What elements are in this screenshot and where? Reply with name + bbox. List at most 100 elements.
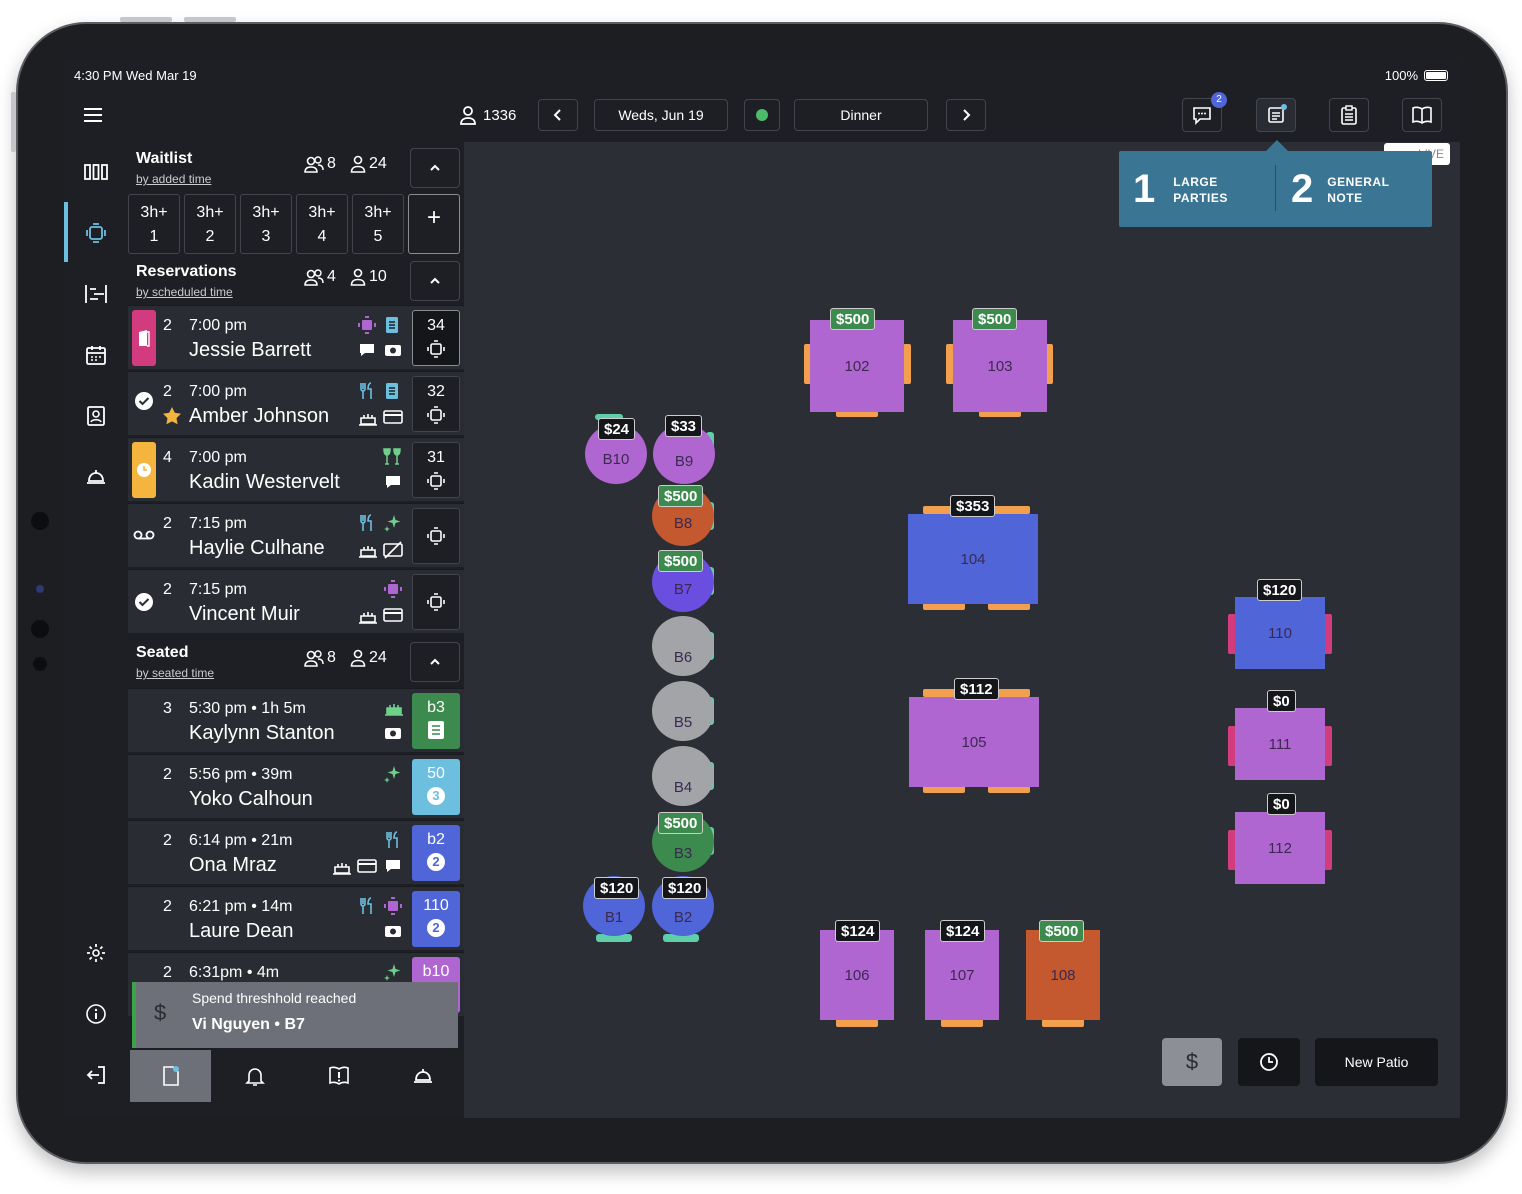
prev-day-button[interactable]	[538, 99, 578, 131]
table-105[interactable]: 105	[909, 697, 1039, 787]
add-waitlist-button[interactable]: +	[408, 194, 460, 254]
list-note-icon	[384, 316, 400, 339]
seated-row[interactable]: 2 6:21 pm • 14m Laure Dean 110 2	[128, 886, 464, 950]
service-bell-icon[interactable]	[82, 463, 110, 491]
tab-notifications[interactable]	[214, 1050, 295, 1102]
voicemail-icon	[133, 528, 155, 546]
guest-count: 1336	[459, 105, 516, 125]
reservation-row[interactable]: 4 7:00 pm Kadin Westervelt 31	[128, 437, 464, 501]
bell-icon	[244, 1068, 265, 1086]
seated-table-tag[interactable]: b3	[412, 693, 460, 749]
guest-name: Laure Dean	[189, 920, 294, 942]
popover-item-general-note[interactable]: 2 GENERAL NOTE	[1291, 167, 1389, 212]
waitlist-entry-2[interactable]: 3h+ 2	[184, 194, 236, 254]
guest-name: Ona Mraz	[189, 854, 277, 876]
status-time: 4:30 PM Wed Mar 19	[74, 68, 197, 83]
table-106[interactable]: 106	[820, 930, 894, 1020]
course-badge: 2	[427, 853, 445, 871]
table-110[interactable]: 110	[1235, 597, 1325, 669]
waitlist-entry-5[interactable]: 3h+ 5	[352, 194, 404, 254]
sparkle-icon	[383, 764, 403, 789]
contacts-icon[interactable]	[82, 402, 110, 430]
seated-row[interactable]: 3 5:30 pm • 1h 5m Kaylynn Stanton b3	[128, 688, 464, 752]
table-B6[interactable]: B6	[652, 616, 714, 676]
spend-view-button[interactable]: $	[1162, 1038, 1222, 1086]
table-102[interactable]: 102	[810, 320, 904, 412]
notes-button[interactable]	[1256, 98, 1296, 132]
table-103[interactable]: 103	[953, 320, 1047, 412]
popover-label: PARTIES	[1173, 190, 1228, 205]
menu-icon[interactable]	[82, 104, 104, 126]
seated-collapse-button[interactable]	[410, 642, 460, 682]
table-B5[interactable]: B5	[652, 681, 714, 741]
seated-row[interactable]: 2 5:56 pm • 39m Yoko Calhoun 50 3	[128, 754, 464, 818]
chat-icon	[1193, 107, 1211, 125]
room-selector-button[interactable]: New Patio	[1315, 1038, 1438, 1086]
reservation-row[interactable]: 2 7:00 pm Jessie Barrett 34	[128, 305, 464, 369]
seated-sort[interactable]: by seated time	[136, 666, 214, 680]
table-112[interactable]: 112	[1235, 812, 1325, 884]
reservations-sort[interactable]: by scheduled time	[136, 285, 233, 299]
floorplan-icon[interactable]	[82, 158, 110, 186]
clipboard-icon	[1341, 105, 1357, 125]
check-list-icon	[428, 721, 444, 739]
shift-selector[interactable]: Dinner	[794, 99, 928, 131]
seated-table-tag[interactable]: 110 2	[412, 891, 460, 947]
seated-table-tag[interactable]: 50 3	[412, 759, 460, 815]
waitlist-entry-4[interactable]: 3h+ 4	[296, 194, 348, 254]
tab-service[interactable]	[382, 1050, 463, 1102]
celebration-cake-icon	[384, 698, 404, 721]
waitlist-entry-1[interactable]: 3h+ 1	[128, 194, 180, 254]
info-icon[interactable]	[82, 1000, 110, 1028]
guest-name: Vincent Muir	[189, 603, 300, 625]
table-spend: $124	[835, 920, 881, 942]
date-selector[interactable]: Weds, Jun 19	[594, 99, 728, 131]
assigned-table[interactable]: 31	[412, 442, 460, 498]
reservations-collapse-button[interactable]	[410, 261, 460, 301]
seated-table-tag[interactable]: b2 2	[412, 825, 460, 881]
reservations-header[interactable]: Reservations by scheduled time 4 10	[128, 257, 464, 305]
waitlist-collapse-button[interactable]	[410, 148, 460, 188]
reservation-row[interactable]: 2 7:15 pm Haylie Culhane	[128, 503, 464, 567]
waitlist-header[interactable]: Waitlist by added time 8 24	[128, 144, 464, 192]
table-111[interactable]: 111	[1235, 708, 1325, 780]
door-status-indicator	[132, 310, 156, 366]
person-icon	[350, 155, 366, 173]
table-B4[interactable]: B4	[652, 746, 714, 806]
table-label: B1	[604, 908, 624, 926]
panel-tabs	[128, 1048, 464, 1102]
seated-row[interactable]: 2 6:14 pm • 21m Ona Mraz b2 2	[128, 820, 464, 884]
live-status-toggle[interactable]	[744, 99, 780, 131]
assigned-table[interactable]: 32	[412, 376, 460, 432]
book-button[interactable]	[1402, 98, 1442, 132]
reservation-row[interactable]: 2 7:15 pm Vincent Muir	[128, 569, 464, 633]
assign-table-button[interactable]	[412, 574, 460, 630]
calendar-icon[interactable]	[82, 341, 110, 369]
popover-item-large-parties[interactable]: 1 LARGE PARTIES	[1133, 167, 1228, 212]
tab-alerts[interactable]	[298, 1050, 379, 1102]
waitlist-entry-3[interactable]: 3h+ 3	[240, 194, 292, 254]
messages-button[interactable]: 2	[1182, 92, 1227, 132]
seated-header[interactable]: Seated by seated time 8 24	[128, 637, 464, 687]
camera-icon	[384, 923, 402, 944]
table-108[interactable]: 108	[1026, 930, 1100, 1020]
reservation-row[interactable]: 2 7:00 pm Amber Johnson 32	[128, 371, 464, 435]
settings-icon[interactable]	[82, 939, 110, 967]
assign-table-button[interactable]	[412, 508, 460, 564]
table-label: 111	[1268, 735, 1292, 753]
timeline-icon[interactable]	[82, 280, 110, 308]
tab-new-reservation[interactable]	[130, 1050, 211, 1102]
table-icon[interactable]	[82, 219, 110, 247]
time-view-button[interactable]	[1238, 1038, 1300, 1086]
table-number: 32	[427, 383, 445, 400]
assigned-table[interactable]: 34	[412, 310, 460, 366]
hardware-button-top-1	[120, 17, 172, 22]
clipboard-button[interactable]	[1329, 98, 1369, 132]
table-104[interactable]: 104	[908, 514, 1038, 604]
waitlist-sort[interactable]: by added time	[136, 172, 211, 186]
next-day-button[interactable]	[946, 99, 986, 131]
spend-threshold-toast[interactable]: $ Spend threshhold reached Vi Nguyen • B…	[132, 982, 458, 1048]
table-107[interactable]: 107	[925, 930, 999, 1020]
logout-icon[interactable]	[82, 1061, 110, 1089]
reservations-parties-value: 4	[327, 268, 336, 285]
